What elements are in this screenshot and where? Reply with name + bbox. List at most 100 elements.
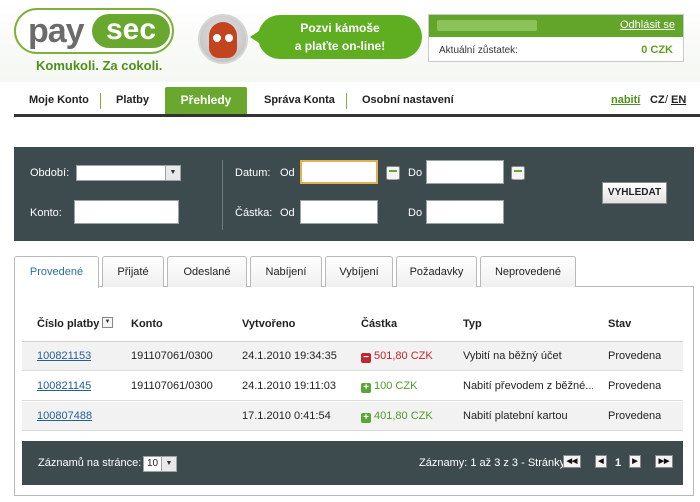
next-page-icon[interactable]: ▶: [629, 455, 641, 468]
date-from-input[interactable]: [300, 160, 378, 184]
logo-pay-text: pay: [28, 12, 85, 50]
promo-line-2: a plaťte on-line!: [294, 39, 386, 53]
mascot-eye-icon: [225, 34, 233, 42]
type-cell: Nabití platební kartou: [463, 410, 568, 422]
date-to-label: Do: [408, 167, 423, 179]
amount-value: 401,80 CZK: [374, 410, 433, 422]
created-cell: 24.1.2010 19:11:03: [242, 380, 336, 392]
nav-item-personal-settings[interactable]: Osobní nastavení: [362, 87, 454, 114]
plus-icon: +: [361, 383, 371, 393]
logo-sec-text: sec: [92, 14, 170, 48]
nav-item-account-management[interactable]: Správa Konta: [264, 87, 335, 114]
balance-value: 0 CZK: [641, 44, 673, 56]
nav-item-overviews[interactable]: Přehledy: [165, 87, 247, 114]
balance-label: Aktuální zůstatek:: [439, 45, 518, 56]
payment-number-link[interactable]: 100807488: [37, 410, 92, 422]
amount-cell: −501,80 CZK: [361, 350, 433, 363]
per-page-select[interactable]: 10 ▼: [143, 456, 177, 472]
tab-unexecuted[interactable]: Neprovedené: [480, 256, 576, 287]
amount-from-input[interactable]: [300, 200, 378, 224]
tab-sent[interactable]: Odeslané: [167, 256, 247, 287]
amount-to-input[interactable]: [426, 200, 504, 224]
type-cell: Nabití převodem z běžné...: [463, 380, 593, 392]
amount-label: Částka:: [235, 207, 273, 219]
per-page-value: 10: [147, 458, 159, 469]
logout-link[interactable]: Odhlásit se: [620, 19, 675, 31]
period-label: Období:: [30, 167, 70, 179]
status-cell: Provedena: [608, 380, 662, 392]
amount-value: 501,80 CZK: [374, 350, 433, 362]
col-header-account: Konto: [131, 318, 163, 330]
account-cell: 191107061/0300: [131, 350, 213, 362]
paysec-logo[interactable]: pay sec: [14, 8, 174, 54]
account-input[interactable]: [74, 200, 179, 224]
tab-executed[interactable]: Provedené: [14, 256, 99, 288]
amount-cell: +100 CZK: [361, 380, 417, 393]
nav-underline: [14, 114, 700, 117]
lang-cz-link[interactable]: CZ: [650, 87, 665, 114]
topup-link[interactable]: nabití: [611, 87, 640, 114]
invite-friends-banner[interactable]: Pozvi kámoše a plaťte on-line!: [250, 15, 422, 59]
lang-separator: /: [665, 94, 669, 106]
nav-separator: [100, 93, 101, 109]
account-box: Odhlásit se Aktuální zůstatek: 0 CZK: [428, 14, 684, 62]
pagination-bar: Záznamů na stránce: 10 ▼ Záznamy: 1 až 3…: [22, 441, 683, 485]
first-page-icon[interactable]: ◀◀: [563, 455, 581, 468]
col-header-type: Typ: [463, 318, 482, 330]
last-page-icon[interactable]: ▶▶: [655, 455, 673, 468]
mascot-eye-icon: [213, 34, 221, 42]
account-box-top: Odhlásit se: [429, 15, 683, 37]
tab-withdrawals[interactable]: Vybíjení: [325, 256, 393, 287]
account-label: Konto:: [30, 207, 62, 219]
table-row: 100821153 191107061/0300 24.1.2010 19:34…: [22, 342, 683, 371]
page: pay sec Komukoli. Za cokoli. Pozvi kámoš…: [0, 0, 700, 502]
current-page[interactable]: 1: [615, 457, 621, 469]
nav-item-my-account[interactable]: Moje Konto: [29, 87, 89, 114]
mascot-face-icon: [209, 22, 237, 58]
chevron-down-icon: ▼: [161, 457, 176, 471]
date-from-label: Od: [280, 167, 295, 179]
mascot-image: [198, 14, 248, 64]
col-header-payment-number[interactable]: Číslo platby: [37, 318, 99, 330]
main-nav: Moje Konto Platby Přehledy Správa Konta …: [14, 87, 700, 114]
tagline: Komukoli. Za cokoli.: [36, 58, 163, 73]
account-name-blurred: [437, 20, 537, 31]
created-cell: 24.1.2010 19:34:35: [242, 350, 337, 362]
date-label: Datum:: [235, 167, 271, 179]
header: pay sec Komukoli. Za cokoli. Pozvi kámoš…: [0, 0, 700, 82]
pagination-summary: Záznamy: 1 až 3 z 3 - Stránky:: [419, 457, 569, 469]
filter-divider: [222, 160, 223, 230]
amount-value: 100 CZK: [374, 380, 418, 392]
payment-number-link[interactable]: 100821145: [37, 380, 91, 392]
sort-icon[interactable]: ▼: [102, 317, 113, 328]
col-header-status: Stav: [608, 318, 632, 330]
per-page-label: Záznamů na stránce:: [38, 457, 142, 469]
account-cell: 191107061/0300: [131, 380, 213, 392]
calendar-icon[interactable]: [511, 166, 525, 180]
table-row: 100821145 191107061/0300 24.1.2010 19:11…: [22, 372, 683, 401]
type-cell: Vybití na běžný účet: [463, 350, 562, 362]
search-button[interactable]: VYHLEDAT: [602, 182, 667, 204]
col-header-created: Vytvořeno: [242, 318, 296, 330]
period-select[interactable]: ▼: [76, 165, 181, 181]
created-cell: 17.1.2010 0:41:54: [242, 410, 331, 422]
nav-item-payments[interactable]: Platby: [116, 87, 149, 114]
amount-cell: +401,80 CZK: [361, 410, 433, 423]
prev-page-icon[interactable]: ◀: [595, 455, 607, 468]
payment-number-link[interactable]: 100821153: [37, 350, 91, 362]
tab-requests[interactable]: Požadavky: [396, 256, 477, 287]
amount-to-label: Do: [408, 207, 423, 219]
plus-icon: +: [361, 413, 371, 423]
tab-topups[interactable]: Nabíjení: [250, 256, 322, 287]
tab-received[interactable]: Přijaté: [102, 256, 164, 287]
promo-line-1: Pozvi kámoše: [300, 21, 380, 35]
nav-separator: [346, 93, 347, 109]
minus-icon: −: [361, 353, 371, 363]
table-row: 100807488 17.1.2010 0:41:54 +401,80 CZK …: [22, 402, 683, 431]
lang-en-link[interactable]: EN: [671, 87, 686, 114]
col-header-amount: Částka: [361, 318, 398, 330]
date-to-input[interactable]: [426, 160, 504, 184]
calendar-icon[interactable]: [386, 166, 400, 180]
status-cell: Provedena: [608, 350, 662, 362]
status-cell: Provedena: [608, 410, 662, 422]
